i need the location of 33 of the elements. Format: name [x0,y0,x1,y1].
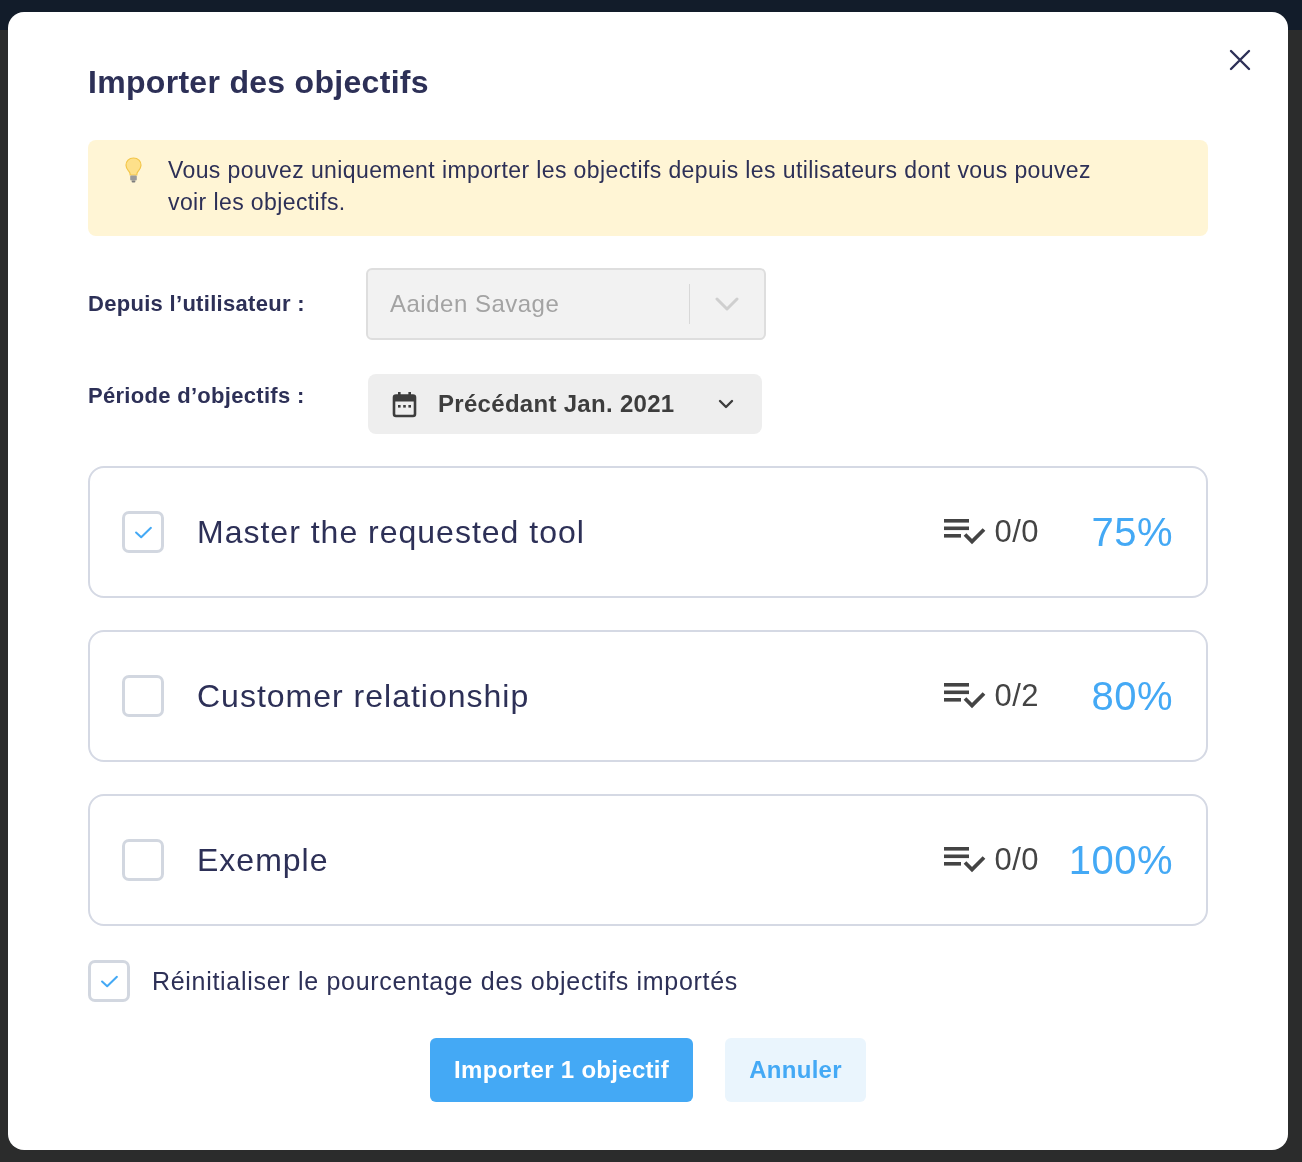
objective-title: Customer relationship [197,677,531,715]
period-dropdown[interactable]: Précédant Jan. 2021 [368,374,762,434]
checklist-icon [944,846,987,874]
checkbox[interactable] [122,675,164,717]
calendar-icon [392,390,417,418]
progress-percent: 100% [1067,837,1173,883]
checkbox[interactable] [88,960,130,1002]
close-icon [1228,48,1252,72]
task-count: 0/0 [994,842,1039,878]
chevron-down-icon [715,297,739,311]
checklist-icon [944,518,987,546]
chevron-down-icon [718,399,734,409]
checkbox[interactable] [122,511,164,553]
progress-percent: 75% [1090,509,1173,555]
checkbox-label: Réinitialiser le pourcentage des objectifs importés [152,966,738,996]
task-count: 0/2 [994,678,1039,714]
objective-card[interactable]: Master the requested tool 0/0 75% [88,466,1208,598]
field-label: Depuis l’utilisateur : [88,290,305,318]
objective-title: Master the requested tool [197,513,586,551]
dialog-title: Importer des objectifs [88,63,429,102]
info-text: Vous pouvez uniquement importer les objectifs depuis les utilisateurs dont vous pouvez voir les objectifs. [168,156,1092,217]
objective-card[interactable]: Exemple 0/0 100% [88,794,1208,926]
objective-title: Exemple [197,841,330,879]
lightbulb-icon [125,157,142,183]
checklist-icon [944,682,987,710]
checkmark-icon [99,974,119,988]
checkmark-icon [133,525,153,539]
checkbox[interactable] [122,839,164,881]
field-label: Période d’objectifs : [88,382,305,410]
close-button[interactable] [1228,48,1252,72]
objective-card[interactable]: Customer relationship 0/2 80% [88,630,1208,762]
task-count: 0/0 [994,514,1039,550]
progress-percent: 80% [1090,673,1173,719]
